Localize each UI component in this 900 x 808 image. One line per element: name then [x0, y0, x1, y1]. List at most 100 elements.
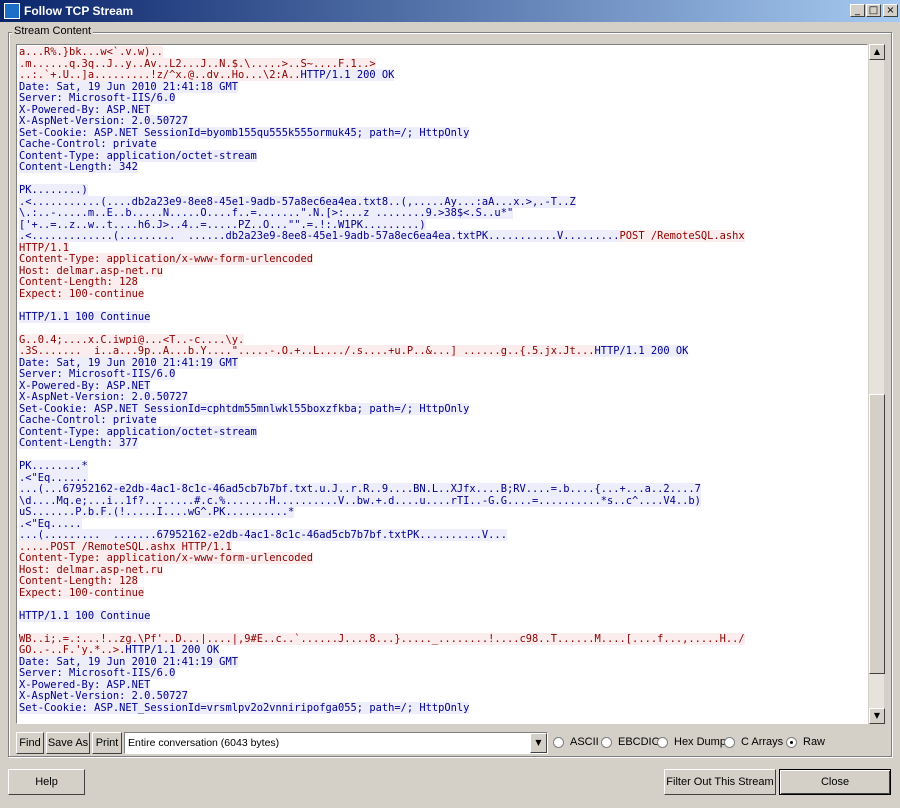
- stream-line-continuation: POST /RemoteSQL.ashx: [619, 230, 745, 242]
- stream-line-text: PK........): [19, 184, 88, 196]
- print-button[interactable]: Print: [92, 732, 122, 754]
- stream-line-text: \d....Mq.e;...i..1f?........#.c.%.......…: [19, 494, 701, 507]
- help-button[interactable]: Help: [8, 769, 85, 795]
- stream-line-text: Set-Cookie: ASP.NET_SessionId=cphtdm55mn…: [19, 402, 470, 415]
- format-radio-label: Raw: [803, 736, 826, 748]
- stream-line: uS.......P.b.F.(!.....I....wG^.PK.......…: [19, 506, 867, 519]
- maximize-button[interactable]: □: [866, 4, 881, 17]
- stream-line: ..:.`+.U..]a.........!z/^x.@..dv..Ho...\…: [19, 69, 867, 82]
- stream-line-text: ['+..=..z..w..t....h6.J>..4..=.....PZ..O…: [19, 218, 426, 231]
- stream-line-text: HTTP/1.1 100 Continue: [19, 609, 151, 622]
- minimize-button[interactable]: _: [850, 4, 865, 17]
- close-window-button[interactable]: ×: [883, 4, 898, 17]
- format-radio-label: EBCDIC: [618, 736, 660, 748]
- stream-lines: a...R%.}bk...w<`.v.w).. .m......q.3q..J..…: [17, 45, 867, 714]
- stream-line: Expect: 100-continue: [19, 287, 867, 301]
- radio-indicator: [724, 737, 735, 748]
- scroll-thumb[interactable]: [869, 394, 885, 674]
- stream-line: .3S....... i..a...9p..A...b.Y....".....-…: [19, 345, 867, 358]
- stream-line-text: Content-Type: application/octet-stream: [19, 149, 257, 162]
- stream-line-text: .3S....... i..a...9p..A...b.Y....".....-…: [19, 345, 595, 357]
- stream-line: [19, 300, 867, 312]
- stream-line: Server: Microsoft-IIS/6.0: [19, 368, 867, 381]
- stream-line-text: Content-Length: 128: [19, 276, 138, 288]
- stream-content-text[interactable]: a...R%.}bk...w<`.v.w).. .m......q.3q..J..…: [16, 44, 868, 724]
- stream-line: [19, 174, 867, 186]
- stream-line-text: Content-Type: application/x-www-form-url…: [19, 552, 314, 564]
- conversation-select-value: Entire conversation (6043 bytes): [128, 737, 280, 749]
- stream-line-text: Host: delmar.asp-net.ru: [19, 264, 163, 277]
- stream-line-continuation: HTTP/1.1 200 OK: [300, 69, 395, 81]
- stream-line-text: X-AspNet-Version: 2.0.50727: [19, 115, 188, 127]
- stream-line-text: Set-Cookie: ASP.NET_SessionId=vrsmlpv2o2…: [19, 701, 470, 714]
- format-radio-label: ASCII: [570, 736, 599, 748]
- stream-line: GO..-..F.'y.*..>.HTTP/1.1 200 OK: [19, 644, 867, 657]
- stream-line-text: Cache-Control: private: [19, 414, 157, 426]
- stream-line-text: X-AspNet-Version: 2.0.50727: [19, 690, 188, 702]
- stream-line-text: Content-Type: application/x-www-form-url…: [19, 253, 314, 265]
- close-button[interactable]: Close: [779, 769, 891, 795]
- stream-line: [19, 622, 867, 634]
- stream-line: Content-Length: 128: [19, 276, 867, 289]
- conversation-select[interactable]: Entire conversation (6043 bytes) ▼: [124, 732, 548, 754]
- stream-line-text: .<"Eq......: [19, 471, 88, 484]
- stream-line: HTTP/1.1 100 Continue: [19, 609, 867, 623]
- stream-line: X-AspNet-Version: 2.0.50727: [19, 690, 867, 703]
- radio-indicator: [786, 737, 797, 748]
- stream-line-text: Content-Length: 377: [19, 437, 138, 449]
- scroll-down-icon[interactable]: ▼: [869, 708, 885, 724]
- title-bar: Follow TCP Stream _ □ ×: [0, 0, 900, 22]
- stream-line-text: Expect: 100-continue: [19, 287, 145, 300]
- stream-line: .<.............(......... ......db2a23e9…: [19, 230, 867, 243]
- stream-line-continuation: HTTP/1.1 200 OK: [594, 345, 689, 357]
- stream-line-text: Server: Microsoft-IIS/6.0: [19, 368, 176, 380]
- wireshark-icon: [4, 3, 20, 19]
- stream-line-text: uS.......P.b.F.(!.....I....wG^.PK.......…: [19, 506, 295, 518]
- stream-line: Cache-Control: private: [19, 138, 867, 151]
- stream-line: Set-Cookie: ASP.NET_SessionId=vrsmlpv2o2…: [19, 701, 867, 715]
- stream-line-text: Date: Sat, 19 Jun 2010 21:41:18 GMT: [19, 80, 238, 93]
- stream-line-text: GO..-..F.'y.*..>.: [19, 644, 126, 656]
- stream-line-text: Content-Type: application/octet-stream: [19, 425, 257, 438]
- stream-line: Content-Length: 342: [19, 161, 867, 174]
- stream-line-text: X-AspNet-Version: 2.0.50727: [19, 391, 188, 403]
- format-radio-label: Hex Dump: [674, 736, 726, 748]
- radio-indicator: [601, 737, 612, 748]
- stream-line: ...(......... .......67952162-e2db-4ac1-…: [19, 529, 867, 542]
- stream-line-text: .....POST /RemoteSQL.ashx HTTP/1.1: [19, 540, 232, 553]
- format-radio-label: C Arrays: [741, 736, 784, 748]
- save-as-button[interactable]: Save As: [46, 732, 90, 754]
- filter-out-stream-button[interactable]: Filter Out This Stream: [664, 769, 776, 795]
- stream-line-text: \.:..-.....m..E..b.....N.....O....f..=..…: [19, 207, 514, 219]
- stream-line-text: ..:.`+.U..]a.........!z/^x.@..dv..Ho...\…: [19, 69, 301, 81]
- stream-line-text: Host: delmar.asp-net.ru: [19, 563, 163, 576]
- stream-line: Cache-Control: private: [19, 414, 867, 427]
- stream-line-text: a...R%.}bk...w<`.v.w)..: [19, 46, 163, 58]
- find-button[interactable]: Find: [16, 732, 44, 754]
- stream-line: Server: Microsoft-IIS/6.0: [19, 667, 867, 680]
- stream-line: Content-Length: 377: [19, 437, 867, 450]
- stream-line: [19, 450, 867, 462]
- stream-line: Host: delmar.asp-net.ru: [19, 563, 867, 577]
- stream-line: Content-Type: application/x-www-form-url…: [19, 253, 867, 266]
- stream-line: [19, 599, 867, 611]
- stream-line-text: .<...........(....db2a23e9-8ee8-45e1-9ad…: [19, 195, 576, 208]
- stream-line-text: ...(......... .......67952162-e2db-4ac1-…: [19, 529, 507, 541]
- stream-content-label: Stream Content: [12, 25, 94, 37]
- stream-line-text: WB..i;.=.:...!..zg.\Pf'..D...|....|,9#E.…: [19, 632, 745, 645]
- window-title: Follow TCP Stream: [24, 4, 134, 18]
- chevron-down-icon[interactable]: ▼: [530, 733, 547, 753]
- radio-indicator: [553, 737, 564, 748]
- stream-line: PK........*: [19, 460, 867, 473]
- stream-line-text: PK........*: [19, 460, 88, 472]
- stream-line-text: HTTP/1.1: [19, 241, 70, 254]
- stream-line: PK........): [19, 184, 867, 197]
- vertical-scrollbar[interactable]: ▲ ▼: [868, 44, 885, 724]
- stream-line-text: Content-Length: 342: [19, 161, 138, 173]
- stream-line-text: .<.............(......... ......db2a23e9…: [19, 230, 620, 242]
- scroll-up-icon[interactable]: ▲: [869, 44, 885, 60]
- stream-line-text: Date: Sat, 19 Jun 2010 21:41:19 GMT: [19, 655, 238, 668]
- stream-line-text: HTTP/1.1 100 Continue: [19, 310, 151, 323]
- stream-line-text: X-Powered-By: ASP.NET: [19, 678, 151, 691]
- stream-line-continuation: HTTP/1.1 200 OK: [125, 644, 220, 656]
